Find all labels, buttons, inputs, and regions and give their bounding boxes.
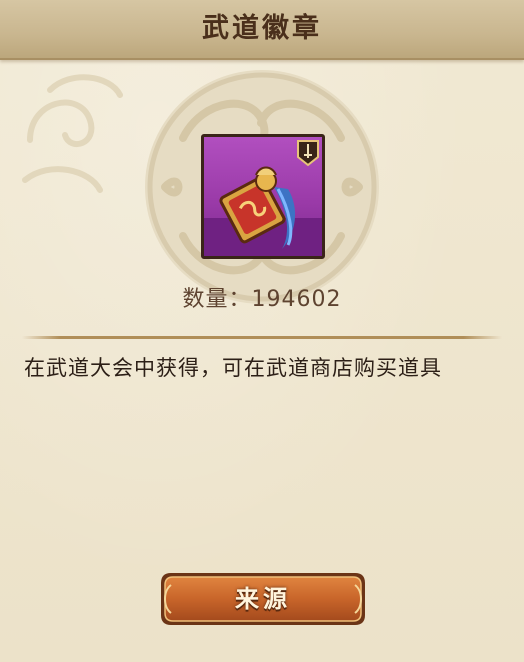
dialog-header: 武道徽章 (0, 0, 524, 60)
source-button-label: 来源 (235, 585, 291, 613)
divider (22, 336, 502, 339)
dialog-title: 武道徽章 (202, 13, 322, 44)
item-description: 在武道大会中获得，可在武道商店购买道具 (24, 356, 442, 380)
count-label: 数量： (182, 287, 252, 312)
source-button[interactable]: 来源 (157, 569, 369, 629)
item-detail-panel: 武道徽章 数量：194602 在武道大会中获得，可在武道商店购买道具 来源 (0, 0, 524, 662)
item-count: 数量：194602 (0, 281, 524, 313)
sword-rank-icon (297, 140, 319, 167)
item-icon-frame (201, 134, 325, 259)
count-value: 194602 (251, 287, 342, 312)
